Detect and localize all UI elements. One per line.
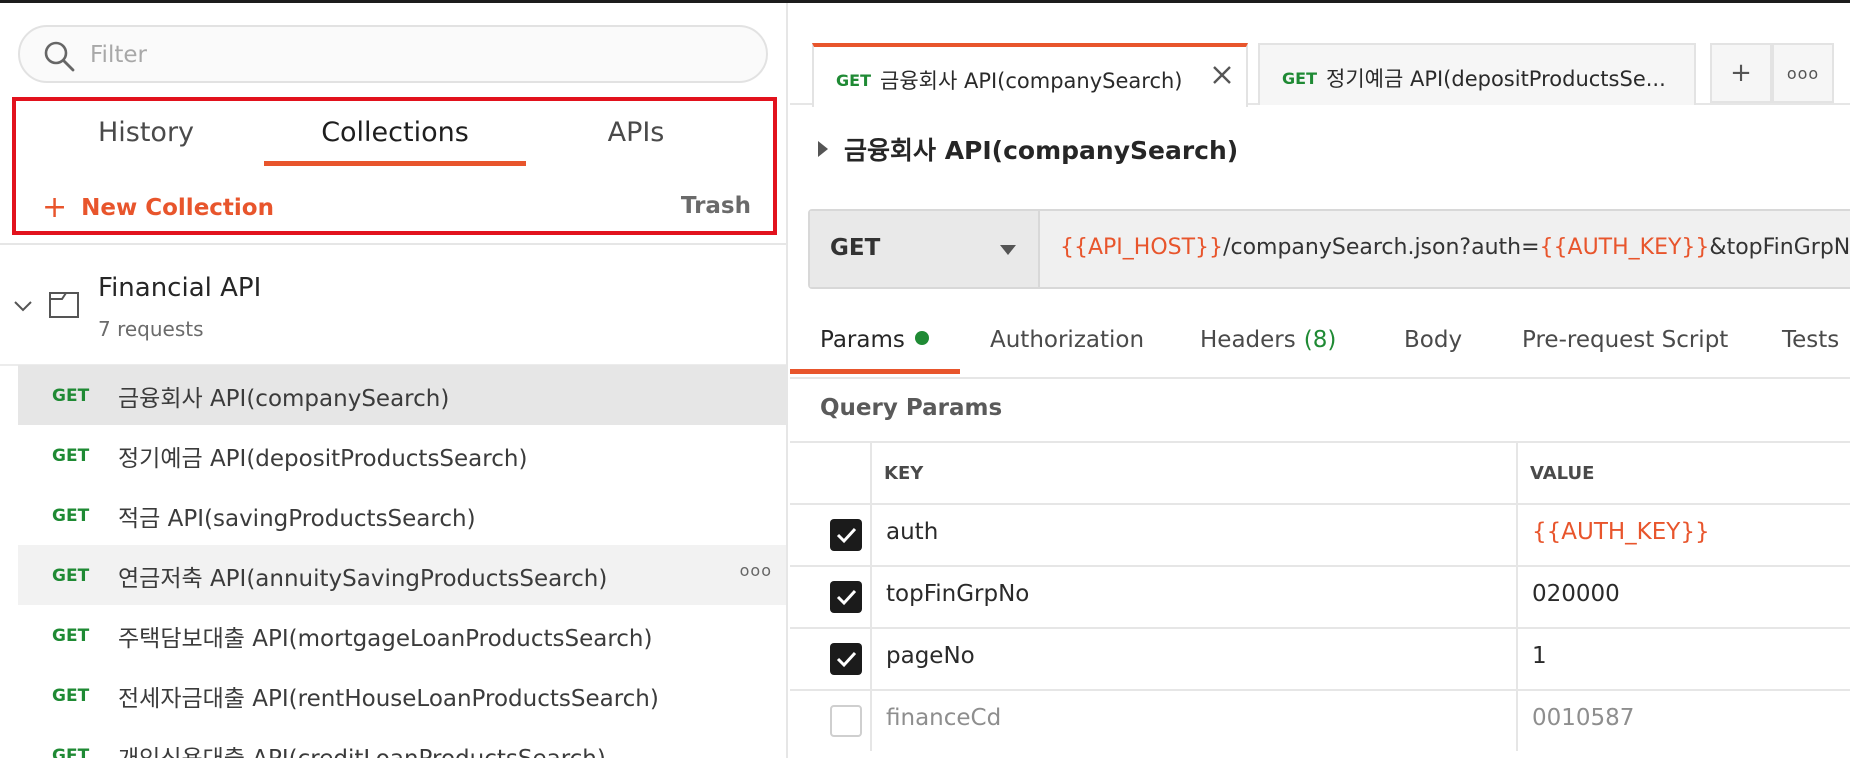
new-collection-button[interactable]: + New Collection — [42, 193, 274, 223]
request-name: 개인신용대출 API(creditLoanProductsSearch) — [118, 739, 606, 758]
table-row: financeCd 0010587 — [790, 689, 1850, 751]
method-badge: GET — [52, 686, 90, 706]
method-badge: GET — [836, 71, 871, 90]
checkbox-checked[interactable] — [830, 643, 862, 675]
checkbox-checked[interactable] — [830, 519, 862, 551]
request-title-text: 금융회사 API(companySearch) — [844, 136, 1239, 165]
param-key[interactable]: topFinGrpNo — [886, 581, 1029, 607]
request-name: 적금 API(savingProductsSearch) — [118, 506, 476, 532]
chevron-down-icon[interactable] — [12, 295, 34, 317]
tab-title: 정기예금 API(depositProductsSe... — [1326, 67, 1666, 91]
trash-link[interactable]: Trash — [681, 193, 751, 219]
dropdown-arrow-icon — [1000, 245, 1016, 255]
checkbox-unchecked[interactable] — [830, 705, 862, 737]
sidebar-tabs-highlight: History Collections APIs + New Collectio… — [12, 97, 777, 235]
method-badge: GET — [52, 746, 90, 758]
param-value[interactable]: 0010587 — [1532, 705, 1634, 731]
active-dot-icon — [914, 331, 929, 345]
expand-triangle-icon — [818, 141, 828, 157]
table-row: auth {{AUTH_KEY}} — [790, 503, 1850, 565]
param-key[interactable]: pageNo — [886, 643, 975, 669]
new-tab-button[interactable]: + — [1710, 43, 1772, 103]
tab-tests[interactable]: Tests — [1782, 327, 1839, 353]
request-name: 정기예금 API(depositProductsSearch) — [118, 446, 528, 472]
request-item[interactable]: GET 개인신용대출 API(creditLoanProductsSearch) — [18, 725, 786, 758]
filter-input[interactable] — [90, 35, 750, 75]
close-icon[interactable] — [1208, 61, 1236, 89]
param-key[interactable]: financeCd — [886, 705, 1001, 731]
url-query-rest: &topFinGrpNo= — [1709, 235, 1850, 260]
request-name: 주택담보대출 API(mortgageLoanProductsSearch) — [118, 626, 653, 652]
tab-params-label: Params — [820, 327, 905, 353]
tab-params[interactable]: Params — [820, 327, 929, 353]
tab-pre-request-script[interactable]: Pre-request Script — [1522, 327, 1728, 353]
method-badge: GET — [52, 506, 90, 526]
collection-name: Financial API — [98, 273, 262, 303]
collection-financial-api[interactable]: Financial API 7 requests — [0, 255, 786, 363]
method-badge: GET — [52, 386, 90, 406]
request-name: 금융회사 API(companySearch) — [118, 386, 450, 412]
tab-apis[interactable]: APIs — [536, 117, 736, 163]
tab-options-button[interactable]: ooo — [1772, 43, 1834, 103]
more-options-icon[interactable]: ooo — [740, 561, 772, 580]
param-value[interactable]: 020000 — [1532, 581, 1620, 607]
method-badge: GET — [52, 566, 90, 586]
request-tab[interactable]: GET 정기예금 API(depositProductsSe... — [1258, 43, 1696, 105]
active-section-indicator — [790, 369, 960, 374]
param-value[interactable]: {{AUTH_KEY}} — [1532, 519, 1710, 545]
plus-icon: + — [42, 190, 68, 225]
collection-icon — [49, 292, 79, 318]
tab-collections[interactable]: Collections — [264, 117, 526, 163]
request-item[interactable]: GET 연금저축 API(annuitySavingProductsSearch… — [18, 545, 786, 605]
request-editor: GET 금융회사 API(companySearch) GET 정기예금 API… — [790, 3, 1850, 758]
new-collection-label: New Collection — [81, 195, 274, 221]
table-row: topFinGrpNo 020000 — [790, 565, 1850, 627]
column-header-key: KEY — [884, 463, 924, 484]
checkbox-checked[interactable] — [830, 581, 862, 613]
method-badge: GET — [52, 446, 90, 466]
filter-box[interactable] — [18, 25, 768, 83]
tab-headers-label: Headers — [1200, 327, 1296, 353]
url-bar: GET {{API_HOST}}/companySearch.json?auth… — [808, 209, 1850, 289]
collection-request-count: 7 requests — [98, 317, 204, 341]
method-badge: GET — [1282, 69, 1317, 88]
sidebar: History Collections APIs + New Collectio… — [0, 3, 788, 758]
request-item[interactable]: GET 금융회사 API(companySearch) — [18, 365, 786, 425]
request-item[interactable]: GET 전세자금대출 API(rentHouseLoanProductsSear… — [18, 665, 786, 725]
search-icon — [44, 41, 75, 72]
request-title[interactable]: 금융회사 API(companySearch) — [818, 131, 1238, 167]
request-name: 연금저축 API(annuitySavingProductsSearch) — [118, 566, 608, 592]
tab-authorization[interactable]: Authorization — [990, 327, 1144, 353]
tab-body[interactable]: Body — [1404, 327, 1462, 353]
tab-headers[interactable]: Headers (8) — [1200, 327, 1336, 353]
method-select[interactable]: GET — [810, 211, 1040, 287]
url-path: /companySearch.json?auth= — [1223, 235, 1540, 260]
request-tab-bar: GET 금융회사 API(companySearch) GET 정기예금 API… — [790, 3, 1850, 107]
url-variable-api-host: {{API_HOST}} — [1060, 235, 1224, 260]
request-item[interactable]: GET 정기예금 API(depositProductsSearch) — [18, 425, 786, 485]
tab-title: 금융회사 API(companySearch) — [880, 69, 1183, 93]
url-variable-auth-key: {{AUTH_KEY}} — [1539, 235, 1710, 260]
param-key[interactable]: auth — [886, 519, 938, 545]
divider — [0, 243, 786, 245]
request-item[interactable]: GET 적금 API(savingProductsSearch) — [18, 485, 786, 545]
headers-count: (8) — [1303, 327, 1337, 353]
param-value[interactable]: 1 — [1532, 643, 1547, 669]
request-name: 전세자금대출 API(rentHouseLoanProductsSearch) — [118, 686, 659, 712]
tab-history[interactable]: History — [56, 117, 236, 163]
method-value: GET — [830, 235, 881, 261]
table-row: pageNo 1 — [790, 627, 1850, 689]
request-item[interactable]: GET 주택담보대출 API(mortgageLoanProductsSearc… — [18, 605, 786, 665]
url-input[interactable]: {{API_HOST}}/companySearch.json?auth={{A… — [1060, 235, 1850, 260]
table-header-row: KEY VALUE — [790, 441, 1850, 503]
active-tab-indicator — [264, 161, 526, 166]
query-params-title: Query Params — [820, 395, 1003, 421]
column-header-value: VALUE — [1530, 463, 1595, 484]
method-badge: GET — [52, 626, 90, 646]
request-tab-active[interactable]: GET 금융회사 API(companySearch) — [812, 43, 1248, 107]
